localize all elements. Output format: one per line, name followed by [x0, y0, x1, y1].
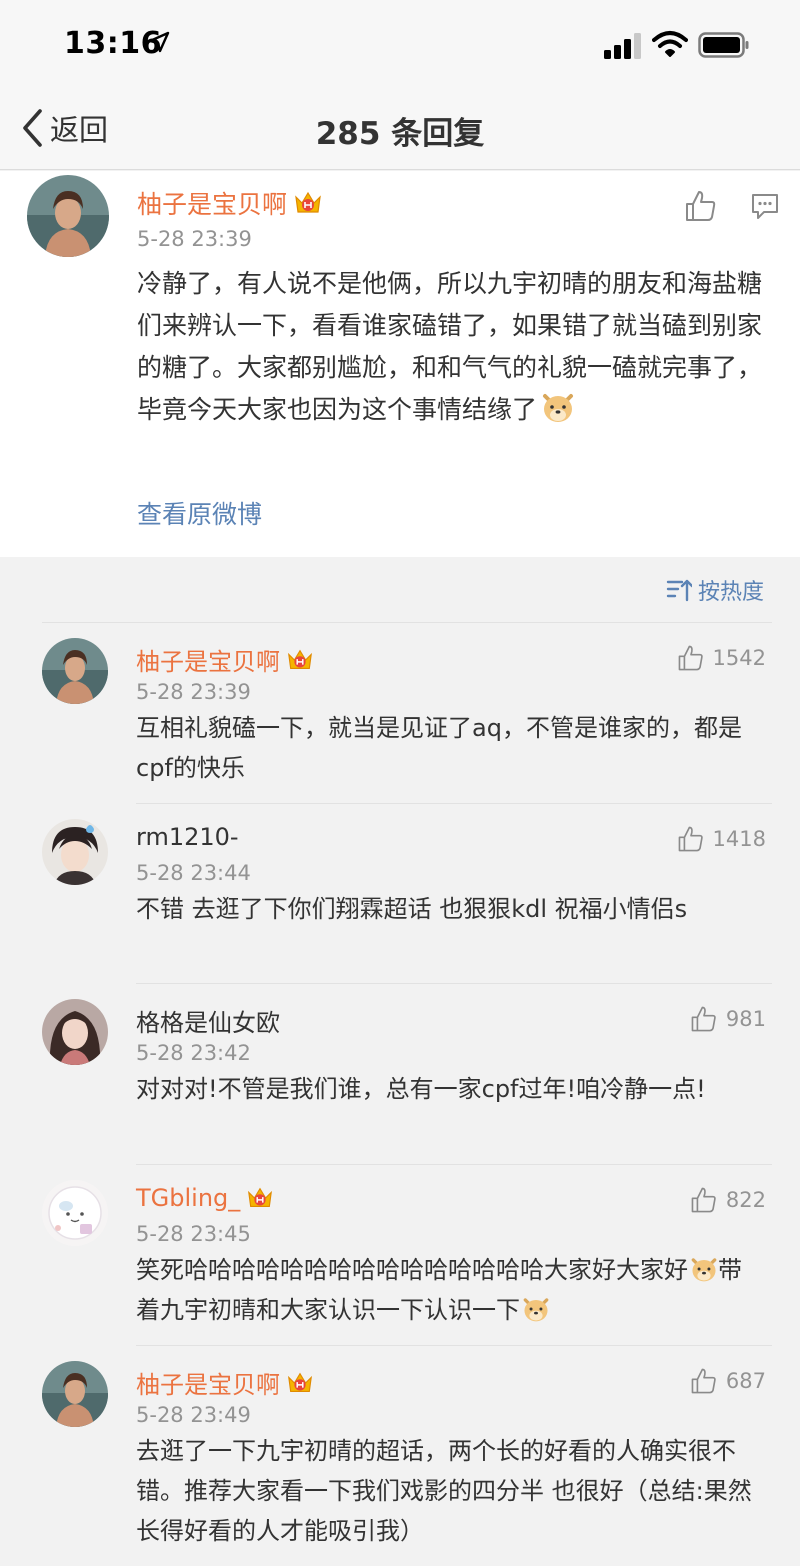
divider: [136, 1345, 772, 1346]
comment-time: 5-28 23:39: [137, 227, 252, 251]
comment-text: 不错 去逛了下你们翔霖超话 也狠狠kdl 祝福小情侣s: [136, 895, 688, 923]
avatar[interactable]: [42, 1180, 108, 1246]
nav-bar: 返回 285 条回复: [0, 90, 800, 170]
reply-item: TGbling_ 5-28 23:45 822 笑死哈哈哈哈哈哈哈哈哈哈哈哈哈哈…: [0, 1164, 800, 1344]
comment-time: 5-28 23:45: [136, 1222, 251, 1246]
comment-text: 笑死哈哈哈哈哈哈哈哈哈哈哈哈哈哈哈大家好大家好 带着九宇初晴和大家认识一下认识一…: [136, 1250, 756, 1330]
reply-item: rm1210- 5-28 23:44 1418 不错 去逛了下你们翔霖超话 也狠…: [0, 803, 800, 983]
author-name[interactable]: rm1210-: [136, 823, 239, 851]
view-original-link[interactable]: 查看原微博: [137, 495, 262, 531]
author-name-text: 格格是仙女欧: [136, 1009, 280, 1037]
location-arrow-icon: [148, 31, 170, 53]
avatar[interactable]: [42, 999, 108, 1065]
like-button[interactable]: 1418: [677, 825, 766, 853]
like-count: 1542: [712, 646, 766, 670]
comment-time: 5-28 23:49: [136, 1403, 251, 1427]
like-count: 1418: [712, 827, 766, 851]
author-name[interactable]: TGbling_: [136, 1184, 274, 1212]
status-bar: 13:16: [0, 0, 800, 90]
comment-text: 对对对!不管是我们谁，总有一家cpf过年!咱冷静一点!: [136, 1075, 706, 1103]
wifi-icon: [652, 31, 688, 57]
avatar[interactable]: [42, 1361, 108, 1427]
like-count: 687: [725, 1369, 766, 1393]
avatar[interactable]: [42, 819, 108, 885]
avatar[interactable]: [42, 638, 108, 704]
author-name[interactable]: 柚子是宝贝啊: [136, 642, 314, 677]
author-name[interactable]: 格格是仙女欧: [136, 1003, 280, 1038]
comment-icon[interactable]: [750, 191, 780, 221]
avatar[interactable]: [27, 175, 109, 257]
thumbs-up-icon: [691, 1368, 716, 1394]
author-name-text: TGbling_: [136, 1184, 241, 1212]
thumbs-up-icon[interactable]: [684, 189, 718, 223]
like-button[interactable]: 1542: [677, 644, 766, 672]
reply-item: 柚子是宝贝啊 5-28 23:39 1542 互相礼貌磕一下，就当是见证了aq，…: [0, 622, 800, 802]
comment-time: 5-28 23:39: [136, 680, 251, 704]
like-button[interactable]: 687: [690, 1367, 766, 1395]
thumbs-up-icon: [678, 826, 703, 852]
doge-emoji-icon: [543, 394, 574, 422]
vip-crown-icon: [248, 1187, 273, 1207]
vip-crown-icon: [295, 191, 321, 213]
original-comment: 柚子是宝贝啊 5-28 23:39 冷静了，有人说不是他俩，所以九宇初晴的朋友和…: [0, 171, 800, 557]
vip-crown-icon: [288, 1372, 312, 1392]
battery-icon: [698, 32, 749, 58]
vip-crown-icon: [288, 649, 312, 669]
author-name[interactable]: 柚子是宝贝啊: [136, 1365, 314, 1400]
divider: [136, 983, 772, 984]
like-count: 981: [725, 1007, 766, 1031]
sort-label: 按热度: [698, 580, 765, 605]
cellular-signal-icon: [604, 33, 641, 59]
comment-text-content: 冷静了，有人说不是他俩，所以九宇初晴的朋友和海盐糖们来辨认一下，看看谁家磕错了，…: [137, 269, 763, 424]
comment-text: 互相礼貌磕一下，就当是见证了aq，不管是谁家的，都是cpf的快乐: [136, 714, 742, 782]
thumbs-up-icon: [691, 1187, 716, 1213]
thumbs-up-icon: [691, 1006, 716, 1032]
like-count: 822: [725, 1188, 766, 1212]
author-name-text: 柚子是宝贝啊: [136, 648, 280, 676]
author-name-text: rm1210-: [136, 823, 239, 851]
doge-emoji-icon: [691, 1258, 717, 1282]
doge-emoji-icon: [523, 1298, 549, 1322]
thumbs-up-icon: [678, 645, 703, 671]
like-button[interactable]: 822: [690, 1186, 766, 1214]
like-button[interactable]: 981: [690, 1005, 766, 1033]
sort-by-hot-button[interactable]: 按热度: [666, 574, 764, 606]
author-name-text: 柚子是宝贝啊: [137, 190, 288, 219]
comment-text-part: 笑死哈哈哈哈哈哈哈哈哈哈哈哈哈哈哈大家好大家好: [136, 1256, 688, 1284]
comment-text: 去逛了一下九宇初晴的超话，两个长的好看的人确实很不错。推荐大家看一下我们戏影的四…: [136, 1437, 752, 1545]
sort-icon: [666, 579, 692, 602]
divider: [42, 622, 772, 623]
author-name[interactable]: 柚子是宝贝啊: [137, 185, 323, 221]
comment-time: 5-28 23:42: [136, 1041, 251, 1065]
comment-time: 5-28 23:44: [136, 861, 251, 885]
divider: [136, 1164, 772, 1165]
reply-item: 格格是仙女欧 5-28 23:42 981 对对对!不管是我们谁，总有一家cpf…: [0, 983, 800, 1163]
page-title: 285 条回复: [315, 116, 485, 152]
divider: [136, 803, 772, 804]
author-name-text: 柚子是宝贝啊: [136, 1371, 280, 1399]
reply-item: 柚子是宝贝啊 5-28 23:49 687 去逛了一下九宇初晴的超话，两个长的好…: [0, 1345, 800, 1566]
comment-text: 冷静了，有人说不是他俩，所以九宇初晴的朋友和海盐糖们来辨认一下，看看谁家磕错了，…: [137, 263, 767, 431]
